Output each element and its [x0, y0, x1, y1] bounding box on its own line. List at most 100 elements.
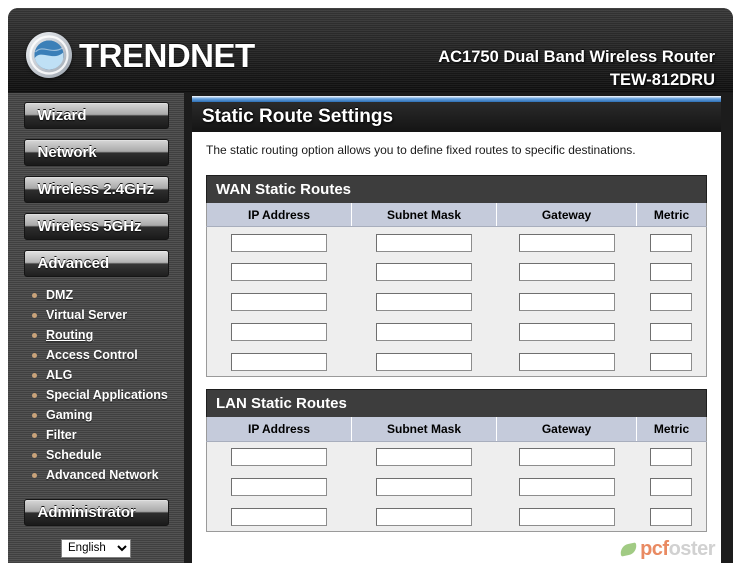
submenu-item-label: Virtual Server: [46, 308, 128, 322]
table-row: [206, 256, 707, 287]
column-header-ip-address: IP Address: [206, 202, 352, 228]
sidebar-item-administrator[interactable]: Administrator: [23, 499, 169, 526]
content-panel: Static Route Settings The static routing…: [192, 96, 721, 563]
wan-metric-input[interactable]: [650, 293, 693, 312]
wan-ip-address-input[interactable]: [231, 293, 328, 312]
cell-metric: [636, 286, 707, 317]
wan-gateway-input[interactable]: [518, 233, 615, 252]
wan-subnet-mask-input[interactable]: [376, 353, 472, 372]
sidebar-item-wireless-24ghz[interactable]: Wireless 2.4GHz: [23, 176, 169, 203]
wan-subnet-mask-input[interactable]: [376, 293, 472, 312]
lan-gateway-input[interactable]: [518, 507, 615, 526]
panel-body: The static routing option allows you to …: [192, 132, 721, 563]
wan-ip-address-input[interactable]: [231, 233, 328, 252]
wan-metric-input[interactable]: [650, 353, 693, 372]
page-title: Static Route Settings: [192, 102, 721, 132]
trendnet-wave-logo-icon: [26, 32, 72, 78]
submenu-item-dmz[interactable]: DMZ: [32, 285, 184, 305]
sidebar-item-wireless-5ghz[interactable]: Wireless 5GHz: [23, 213, 169, 240]
submenu-item-label: ALG: [46, 368, 73, 382]
table-row: [206, 286, 707, 317]
sidebar-item-network[interactable]: Network: [23, 139, 169, 166]
lan-metric-input[interactable]: [650, 507, 693, 526]
submenu-item-filter[interactable]: Filter: [32, 425, 184, 445]
product-model: TEW-812DRU: [609, 70, 715, 89]
submenu-item-label: Gaming: [46, 408, 93, 422]
submenu-item-virtual-server[interactable]: Virtual Server: [32, 305, 184, 325]
wan-metric-input[interactable]: [650, 233, 693, 252]
column-header-gateway: Gateway: [496, 202, 637, 228]
cell-subnet-mask: [351, 226, 497, 257]
wan-metric-input[interactable]: [650, 323, 693, 342]
cell-ip-address: [206, 226, 352, 257]
cell-metric: [636, 441, 707, 472]
submenu-item-alg[interactable]: ALG: [32, 365, 184, 385]
router-admin-window: TRENDNET AC1750 Dual Band Wireless Route…: [8, 8, 733, 563]
cell-ip-address: [206, 471, 352, 502]
wan-gateway-input[interactable]: [518, 263, 615, 282]
wan-subnet-mask-input[interactable]: [376, 263, 472, 282]
submenu-item-label: Special Applications: [46, 388, 168, 402]
column-header-ip-address: IP Address: [206, 417, 352, 442]
cell-gateway: [496, 286, 637, 317]
bullet-icon: [32, 433, 37, 438]
bullet-icon: [32, 373, 37, 378]
lan-ip-address-input[interactable]: [231, 448, 328, 467]
column-header-subnet-mask: Subnet Mask: [351, 417, 497, 442]
cell-metric: [636, 316, 707, 347]
lan-metric-input[interactable]: [650, 448, 693, 467]
lan-gateway-input[interactable]: [518, 477, 615, 496]
submenu-item-gaming[interactable]: Gaming: [32, 405, 184, 425]
submenu-item-special-applications[interactable]: Special Applications: [32, 385, 184, 405]
wan-gateway-input[interactable]: [518, 353, 615, 372]
bullet-icon: [32, 473, 37, 478]
table-row: [206, 501, 707, 532]
column-header-gateway: Gateway: [496, 417, 637, 442]
bullet-icon: [32, 333, 37, 338]
wan-gateway-input[interactable]: [518, 323, 615, 342]
bullet-icon: [32, 293, 37, 298]
sidebar-item-wizard[interactable]: Wizard: [23, 102, 169, 129]
submenu-item-access-control[interactable]: Access Control: [32, 345, 184, 365]
submenu-item-routing[interactable]: Routing: [32, 325, 184, 345]
page-description: The static routing option allows you to …: [206, 143, 636, 157]
wan-ip-address-input[interactable]: [231, 353, 328, 372]
table-row: [206, 316, 707, 347]
submenu-item-advanced-network[interactable]: Advanced Network: [32, 465, 184, 485]
wan-gateway-input[interactable]: [518, 293, 615, 312]
wan-ip-address-input[interactable]: [231, 263, 328, 282]
cell-gateway: [496, 226, 637, 257]
language-select[interactable]: English: [61, 538, 131, 558]
cell-gateway: [496, 501, 637, 532]
cell-subnet-mask: [351, 441, 497, 472]
bullet-icon: [32, 413, 37, 418]
cell-gateway: [496, 471, 637, 502]
table-row: [206, 441, 707, 472]
lan-subnet-mask-input[interactable]: [376, 507, 472, 526]
submenu-item-schedule[interactable]: Schedule: [32, 445, 184, 465]
lan-subnet-mask-input[interactable]: [376, 448, 472, 467]
lan-subnet-mask-input[interactable]: [376, 477, 472, 496]
wan-static-routes-section: WAN Static Routes IP Address Subnet Mask…: [206, 174, 707, 378]
cell-ip-address: [206, 501, 352, 532]
cell-gateway: [496, 346, 637, 377]
sidebar-item-advanced[interactable]: Advanced: [23, 250, 169, 277]
cell-metric: [636, 226, 707, 257]
lan-metric-input[interactable]: [650, 477, 693, 496]
brand-logo[interactable]: TRENDNET: [26, 32, 255, 78]
lan-gateway-input[interactable]: [518, 448, 615, 467]
column-header-subnet-mask: Subnet Mask: [351, 202, 497, 228]
submenu-item-label: DMZ: [46, 288, 74, 302]
wan-subnet-mask-input[interactable]: [376, 323, 472, 342]
wan-subnet-mask-input[interactable]: [376, 233, 472, 252]
bullet-icon: [32, 393, 37, 398]
brand-wordmark: TRENDNET: [79, 36, 255, 74]
wan-ip-address-input[interactable]: [231, 323, 328, 342]
lan-ip-address-input[interactable]: [231, 477, 328, 496]
lan-ip-address-input[interactable]: [231, 507, 328, 526]
cell-metric: [636, 501, 707, 532]
submenu-item-label: Schedule: [46, 448, 102, 462]
lan-routes-table: IP Address Subnet Mask Gateway Metric: [206, 417, 707, 532]
wan-metric-input[interactable]: [650, 263, 693, 282]
table-row: [206, 226, 707, 257]
